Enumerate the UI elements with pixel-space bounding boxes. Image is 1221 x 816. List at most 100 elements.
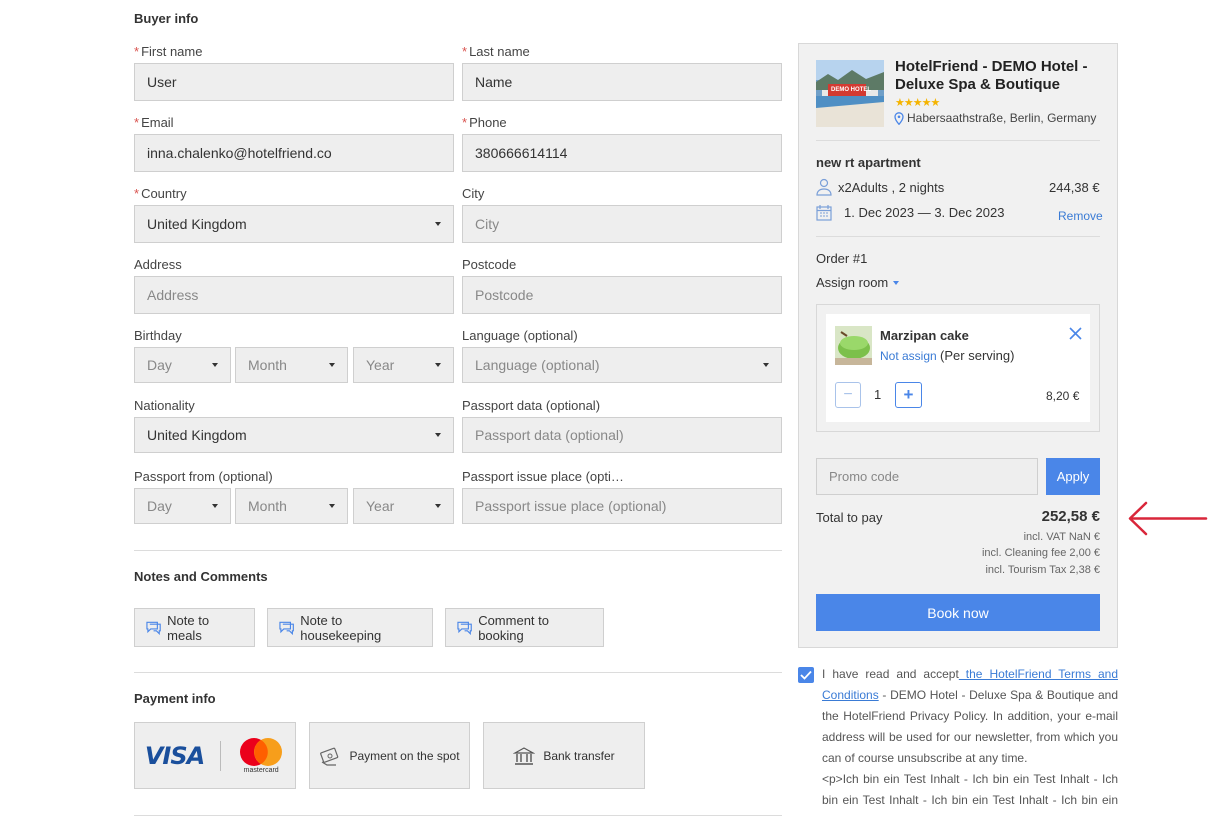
birthday-year-select[interactable]: Year bbox=[353, 347, 454, 383]
email-label: * Email bbox=[134, 115, 174, 130]
calendar-icon bbox=[816, 205, 832, 221]
country-select[interactable]: United Kingdom bbox=[134, 205, 454, 243]
payment-info-title: Payment info bbox=[134, 691, 216, 706]
notes-title: Notes and Comments bbox=[134, 569, 268, 584]
passport-data-label: Passport data (optional) bbox=[462, 398, 601, 413]
chevron-down-icon bbox=[435, 222, 441, 226]
terms-extra-text: <p>Ich bin ein Test Inhalt - Ich bin ein… bbox=[822, 772, 1118, 816]
address-field[interactable]: Address bbox=[134, 276, 454, 314]
passport-from-month-select[interactable]: Month bbox=[235, 488, 348, 524]
room-price: 244,38 € bbox=[1049, 180, 1100, 195]
location-pin-icon bbox=[894, 111, 904, 125]
cash-icon bbox=[320, 747, 339, 766]
total-label: Total to pay bbox=[816, 510, 883, 525]
room-name: new rt apartment bbox=[816, 155, 921, 170]
apply-promo-button[interactable]: Apply bbox=[1046, 458, 1100, 495]
city-label: City bbox=[462, 186, 485, 201]
plus-icon: + bbox=[903, 385, 914, 404]
nationality-label: Nationality bbox=[134, 398, 195, 413]
mastercard-logo: mastercard bbox=[237, 737, 285, 774]
address-label: Address bbox=[134, 257, 182, 272]
card-payment-button[interactable]: VISA mastercard bbox=[134, 722, 296, 789]
dates-info: 1. Dec 2023 — 3. Dec 2023 bbox=[816, 204, 1004, 221]
bank-icon bbox=[513, 746, 536, 765]
decrease-quantity-button[interactable]: − bbox=[835, 382, 861, 408]
passport-issue-field[interactable]: Passport issue place (optional) bbox=[462, 488, 782, 524]
quantity-value: 1 bbox=[874, 387, 882, 402]
email-field[interactable]: inna.chalenko@hotelfriend.co bbox=[134, 134, 454, 172]
nationality-select[interactable]: United Kingdom bbox=[134, 417, 454, 453]
language-select[interactable]: Language (optional) bbox=[462, 347, 782, 383]
passport-issue-label: Passport issue place (opti… bbox=[462, 469, 624, 484]
birthday-day-select[interactable]: Day bbox=[134, 347, 231, 383]
payment-on-spot-button[interactable]: Payment on the spot bbox=[309, 722, 470, 789]
phone-label: * Phone bbox=[462, 115, 507, 130]
comment-icon bbox=[457, 621, 472, 635]
not-assign-link[interactable]: Not assign bbox=[880, 349, 937, 363]
guests-info: x2Adults , 2 nights bbox=[816, 178, 944, 196]
first-name-field[interactable]: User bbox=[134, 63, 454, 101]
extra-item-price: 8,20 € bbox=[1046, 389, 1080, 403]
check-icon bbox=[800, 670, 812, 680]
passport-from-year-select[interactable]: Year bbox=[353, 488, 454, 524]
hotel-image-sign: DEMO HOTEL bbox=[831, 87, 871, 93]
hotel-name: HotelFriend - DEMO Hotel - Deluxe Spa & … bbox=[895, 58, 1088, 93]
user-icon bbox=[816, 178, 832, 196]
passport-data-field[interactable]: Passport data (optional) bbox=[462, 417, 782, 453]
visa-logo: VISA bbox=[144, 741, 205, 770]
city-field[interactable]: City bbox=[462, 205, 782, 243]
comment-icon bbox=[279, 621, 294, 635]
bank-transfer-button[interactable]: Bank transfer bbox=[483, 722, 645, 789]
last-name-label: * Last name bbox=[462, 44, 530, 59]
first-name-label: * First name bbox=[134, 44, 203, 59]
birthday-month-select[interactable]: Month bbox=[235, 347, 348, 383]
hotel-stars: ★★★★★ bbox=[895, 97, 940, 109]
logo-divider bbox=[220, 740, 222, 771]
country-label: * Country bbox=[134, 186, 187, 201]
remove-link[interactable]: Remove bbox=[1058, 209, 1103, 223]
divider bbox=[816, 140, 1100, 141]
terms-text: I have read and accept the HotelFriend T… bbox=[822, 664, 1118, 816]
terms-checkbox[interactable] bbox=[798, 667, 814, 683]
chevron-down-icon bbox=[212, 504, 218, 508]
chevron-down-icon bbox=[435, 504, 441, 508]
extra-item-image bbox=[835, 326, 872, 365]
postcode-field[interactable]: Postcode bbox=[462, 276, 782, 314]
hotel-image: DEMO HOTEL bbox=[816, 60, 884, 127]
chevron-down-icon bbox=[893, 280, 900, 285]
last-name-field[interactable]: Name bbox=[462, 63, 782, 101]
extra-item-name: Marzipan cake bbox=[880, 328, 969, 343]
birthday-label: Birthday bbox=[134, 328, 182, 343]
language-label: Language (optional) bbox=[462, 328, 578, 343]
close-icon[interactable] bbox=[1069, 327, 1082, 340]
book-now-button[interactable]: Book now bbox=[816, 594, 1100, 631]
mastercard-icon bbox=[240, 738, 283, 766]
divider bbox=[134, 672, 782, 673]
tourism-tax-info: incl. Tourism Tax 2,38 € bbox=[985, 564, 1100, 576]
increase-quantity-button[interactable]: + bbox=[895, 382, 922, 408]
comment-to-booking-button[interactable]: Comment to booking bbox=[445, 608, 604, 647]
promo-code-field[interactable]: Promo code bbox=[816, 458, 1038, 495]
chevron-down-icon bbox=[435, 363, 441, 367]
chevron-down-icon bbox=[763, 363, 769, 367]
assign-room-dropdown[interactable]: Assign room bbox=[816, 275, 900, 290]
divider bbox=[816, 236, 1100, 237]
order-number: Order #1 bbox=[816, 251, 868, 266]
chevron-down-icon bbox=[435, 433, 441, 437]
buyer-info-title: Buyer info bbox=[134, 11, 199, 26]
comment-icon bbox=[146, 621, 161, 635]
chevron-down-icon bbox=[329, 363, 335, 367]
note-to-meals-button[interactable]: Note to meals bbox=[134, 608, 255, 647]
total-amount: 252,58 € bbox=[1041, 508, 1100, 525]
passport-from-label: Passport from (optional) bbox=[134, 469, 273, 484]
vat-info: incl. VAT NaN € bbox=[1023, 531, 1100, 543]
minus-icon: − bbox=[843, 386, 853, 403]
cleaning-fee-info: incl. Cleaning fee 2,00 € bbox=[981, 547, 1100, 559]
note-to-housekeeping-button[interactable]: Note to housekeeping bbox=[267, 608, 433, 647]
phone-field[interactable]: 380666614114 bbox=[462, 134, 782, 172]
arrow-left-icon bbox=[1128, 501, 1208, 536]
chevron-down-icon bbox=[212, 363, 218, 367]
hotel-address: Habersaathstraße, Berlin, Germany bbox=[894, 111, 1096, 125]
passport-from-day-select[interactable]: Day bbox=[134, 488, 231, 524]
divider bbox=[134, 550, 782, 551]
